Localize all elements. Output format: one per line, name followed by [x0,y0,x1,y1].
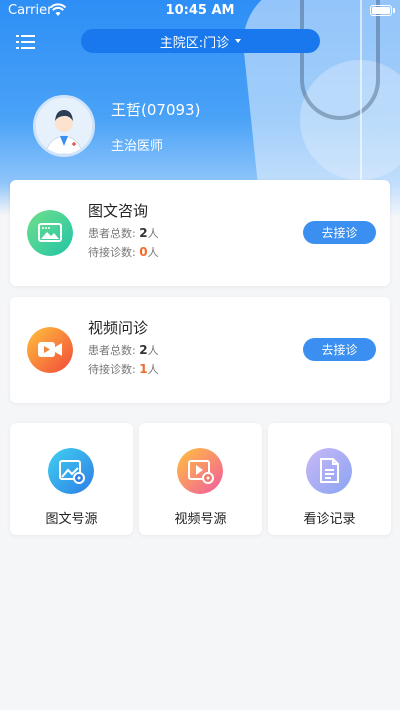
pending-patients: 待接诊数: 1人 [88,362,159,376]
clock: 10:45 AM [165,3,235,18]
tile-label: 图文号源 [45,512,98,527]
image-consult-icon [27,210,73,256]
card-title: 视频问诊 [88,319,149,337]
total-patients: 患者总数: 2人 [88,226,159,240]
avatar [33,95,95,157]
doctor-avatar-icon [36,98,92,154]
image-source-icon [48,448,94,494]
tile-label: 看诊记录 [303,512,356,527]
video-consult-card[interactable]: 视频问诊 患者总数: 2人 待接诊数: 1人 去接诊 [10,297,390,403]
start-consult-button[interactable]: 去接诊 [303,338,376,361]
records-tile[interactable]: 看诊记录 [268,423,391,535]
tile-label: 视频号源 [174,512,227,527]
battery-tip [393,8,395,13]
menu-icon[interactable] [16,34,36,50]
campus-selector-label: 主院区:门诊 [159,35,230,51]
coat-seam [360,0,362,210]
battery-icon [370,5,392,16]
doctor-title: 主治医师 [111,139,164,154]
chevron-down-icon [235,39,242,43]
records-icon [306,448,352,494]
card-title: 图文咨询 [88,202,149,220]
video-source-tile[interactable]: 视频号源 [139,423,262,535]
campus-selector[interactable]: 主院区:门诊 [81,29,320,53]
total-patients: 患者总数: 2人 [88,343,159,357]
status-bar: Carrier 10:45 AM [0,0,400,22]
image-source-tile[interactable]: 图文号源 [10,423,133,535]
pending-patients: 待接诊数: 0人 [88,245,159,259]
doctor-name: 王哲(07093) [111,101,201,119]
video-source-icon [177,448,223,494]
image-consult-card[interactable]: 图文咨询 患者总数: 2人 待接诊数: 0人 去接诊 [10,180,390,286]
video-consult-icon [27,327,73,373]
start-consult-button[interactable]: 去接诊 [303,221,376,244]
